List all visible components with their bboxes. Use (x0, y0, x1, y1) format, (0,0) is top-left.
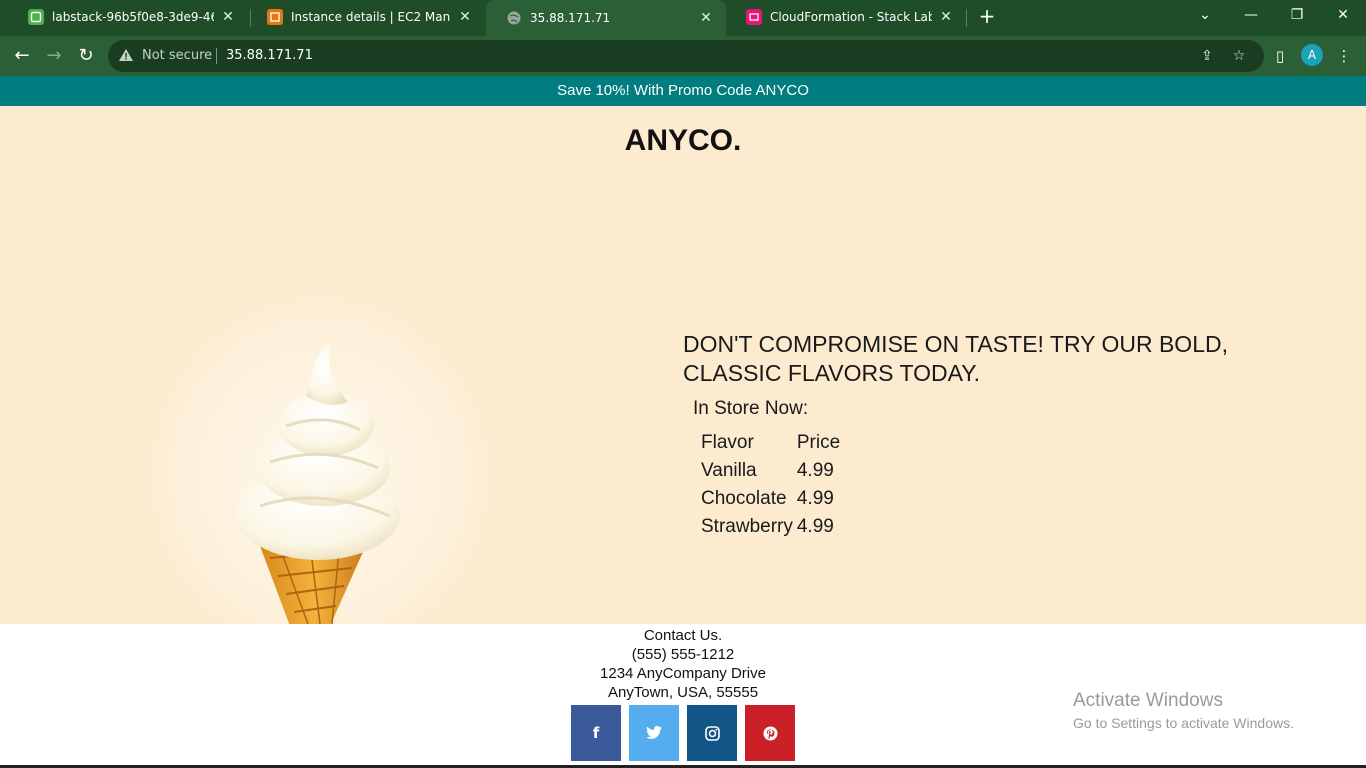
windows-activation-subtitle: Go to Settings to activate Windows. (1073, 715, 1294, 731)
tab-title: labstack-96b5f0e8-3de9-46de-89 (52, 10, 214, 24)
close-icon[interactable]: ✕ (457, 9, 473, 25)
table-row: Strawberry 4.99 (701, 513, 844, 541)
close-icon[interactable]: ✕ (938, 9, 954, 25)
share-icon[interactable]: ⇪ (1198, 47, 1216, 65)
tab-current-site[interactable]: 35.88.171.71 ✕ (486, 0, 726, 36)
facebook-icon: f (592, 724, 600, 742)
tab-labstack[interactable]: labstack-96b5f0e8-3de9-46de-89 ✕ (8, 0, 248, 34)
twitter-button[interactable] (629, 705, 679, 761)
tab-search-button[interactable]: ⌄ (1182, 0, 1228, 30)
column-header-flavor: Flavor (701, 432, 754, 453)
tab-cloudformation[interactable]: CloudFormation - Stack LabStack ✕ (726, 0, 966, 34)
price-cell: 4.99 (796, 516, 834, 537)
close-icon[interactable]: ✕ (698, 10, 714, 26)
globe-icon (506, 10, 522, 26)
restore-button[interactable]: ❐ (1274, 0, 1320, 30)
twitter-icon (646, 726, 662, 739)
facebook-button[interactable]: f (571, 705, 621, 761)
cloudformation-favicon-icon (746, 9, 762, 25)
flavor-cell: Chocolate (701, 488, 787, 509)
price-cell: 4.99 (796, 460, 834, 481)
side-panel-icon[interactable]: ▯ (1270, 46, 1290, 66)
contact-phone: (555) 555-1212 (631, 646, 735, 663)
table-row: Chocolate 4.99 (701, 485, 844, 513)
ec2-favicon-icon (267, 9, 283, 25)
column-header-price: Price (796, 432, 841, 453)
ice-cream-cone-image (236, 344, 400, 624)
flavor-price-table: Flavor Price Vanilla 4.99 Chocolate 4.99… (701, 429, 844, 541)
tagline-heading: DON'T COMPROMISE ON TASTE! TRY OUR BOLD,… (683, 331, 1228, 386)
menu-kebab-icon[interactable]: ⋮ (1334, 46, 1354, 66)
flavor-cell: Vanilla (701, 460, 757, 481)
promo-banner: Save 10%! With Promo Code ANYCO (0, 76, 1366, 106)
windows-activation-title: Activate Windows (1073, 690, 1223, 711)
bookmark-star-icon[interactable]: ☆ (1230, 47, 1248, 65)
warning-icon[interactable] (118, 47, 134, 63)
minimize-button[interactable]: — (1228, 0, 1274, 30)
tab-title: CloudFormation - Stack LabStack (770, 10, 932, 24)
reload-icon[interactable]: ↻ (74, 44, 98, 68)
instagram-button[interactable] (687, 705, 737, 761)
lab-favicon-icon (28, 9, 44, 25)
flavor-cell: Strawberry (701, 516, 793, 537)
forward-arrow-icon[interactable]: → (42, 44, 66, 68)
instagram-icon (704, 725, 720, 741)
url-text[interactable]: 35.88.171.71 (226, 48, 313, 63)
price-cell: 4.99 (796, 488, 834, 509)
tab-ec2-instance[interactable]: Instance details | EC2 Manageme ✕ (247, 0, 485, 34)
pinterest-icon (763, 726, 777, 740)
close-icon[interactable]: ✕ (220, 9, 236, 25)
pinterest-button[interactable] (745, 705, 795, 761)
security-status-label[interactable]: Not secure (142, 48, 212, 63)
tab-title: 35.88.171.71 (530, 11, 611, 25)
back-arrow-icon[interactable]: ← (10, 44, 34, 68)
hero-section: ANYCO. DON'T COMPROMISE ON TASTE! TRY OU… (0, 106, 1366, 624)
site-logo[interactable]: ANYCO. (0, 124, 1366, 158)
table-header-row: Flavor Price (701, 429, 844, 457)
browser-toolbar: ← → ↻ Not secure 35.88.171.71 ⇪ ☆ ▯ A ⋮ (0, 36, 1366, 76)
contact-title: Contact Us. (643, 627, 723, 644)
tab-divider (966, 9, 967, 27)
close-window-button[interactable]: ✕ (1320, 0, 1366, 30)
new-tab-button[interactable]: + (976, 6, 998, 28)
table-row: Vanilla 4.99 (701, 457, 844, 485)
browser-tab-strip: labstack-96b5f0e8-3de9-46de-89 ✕ Instanc… (0, 0, 1366, 36)
contact-address-line1: 1234 AnyCompany Drive (600, 665, 766, 682)
tab-title: Instance details | EC2 Manageme (291, 10, 451, 24)
in-store-label: In Store Now: (693, 398, 809, 419)
address-bar[interactable]: Not secure 35.88.171.71 ⇪ ☆ (108, 40, 1264, 72)
profile-avatar[interactable]: A (1301, 44, 1323, 66)
address-divider (216, 48, 217, 64)
